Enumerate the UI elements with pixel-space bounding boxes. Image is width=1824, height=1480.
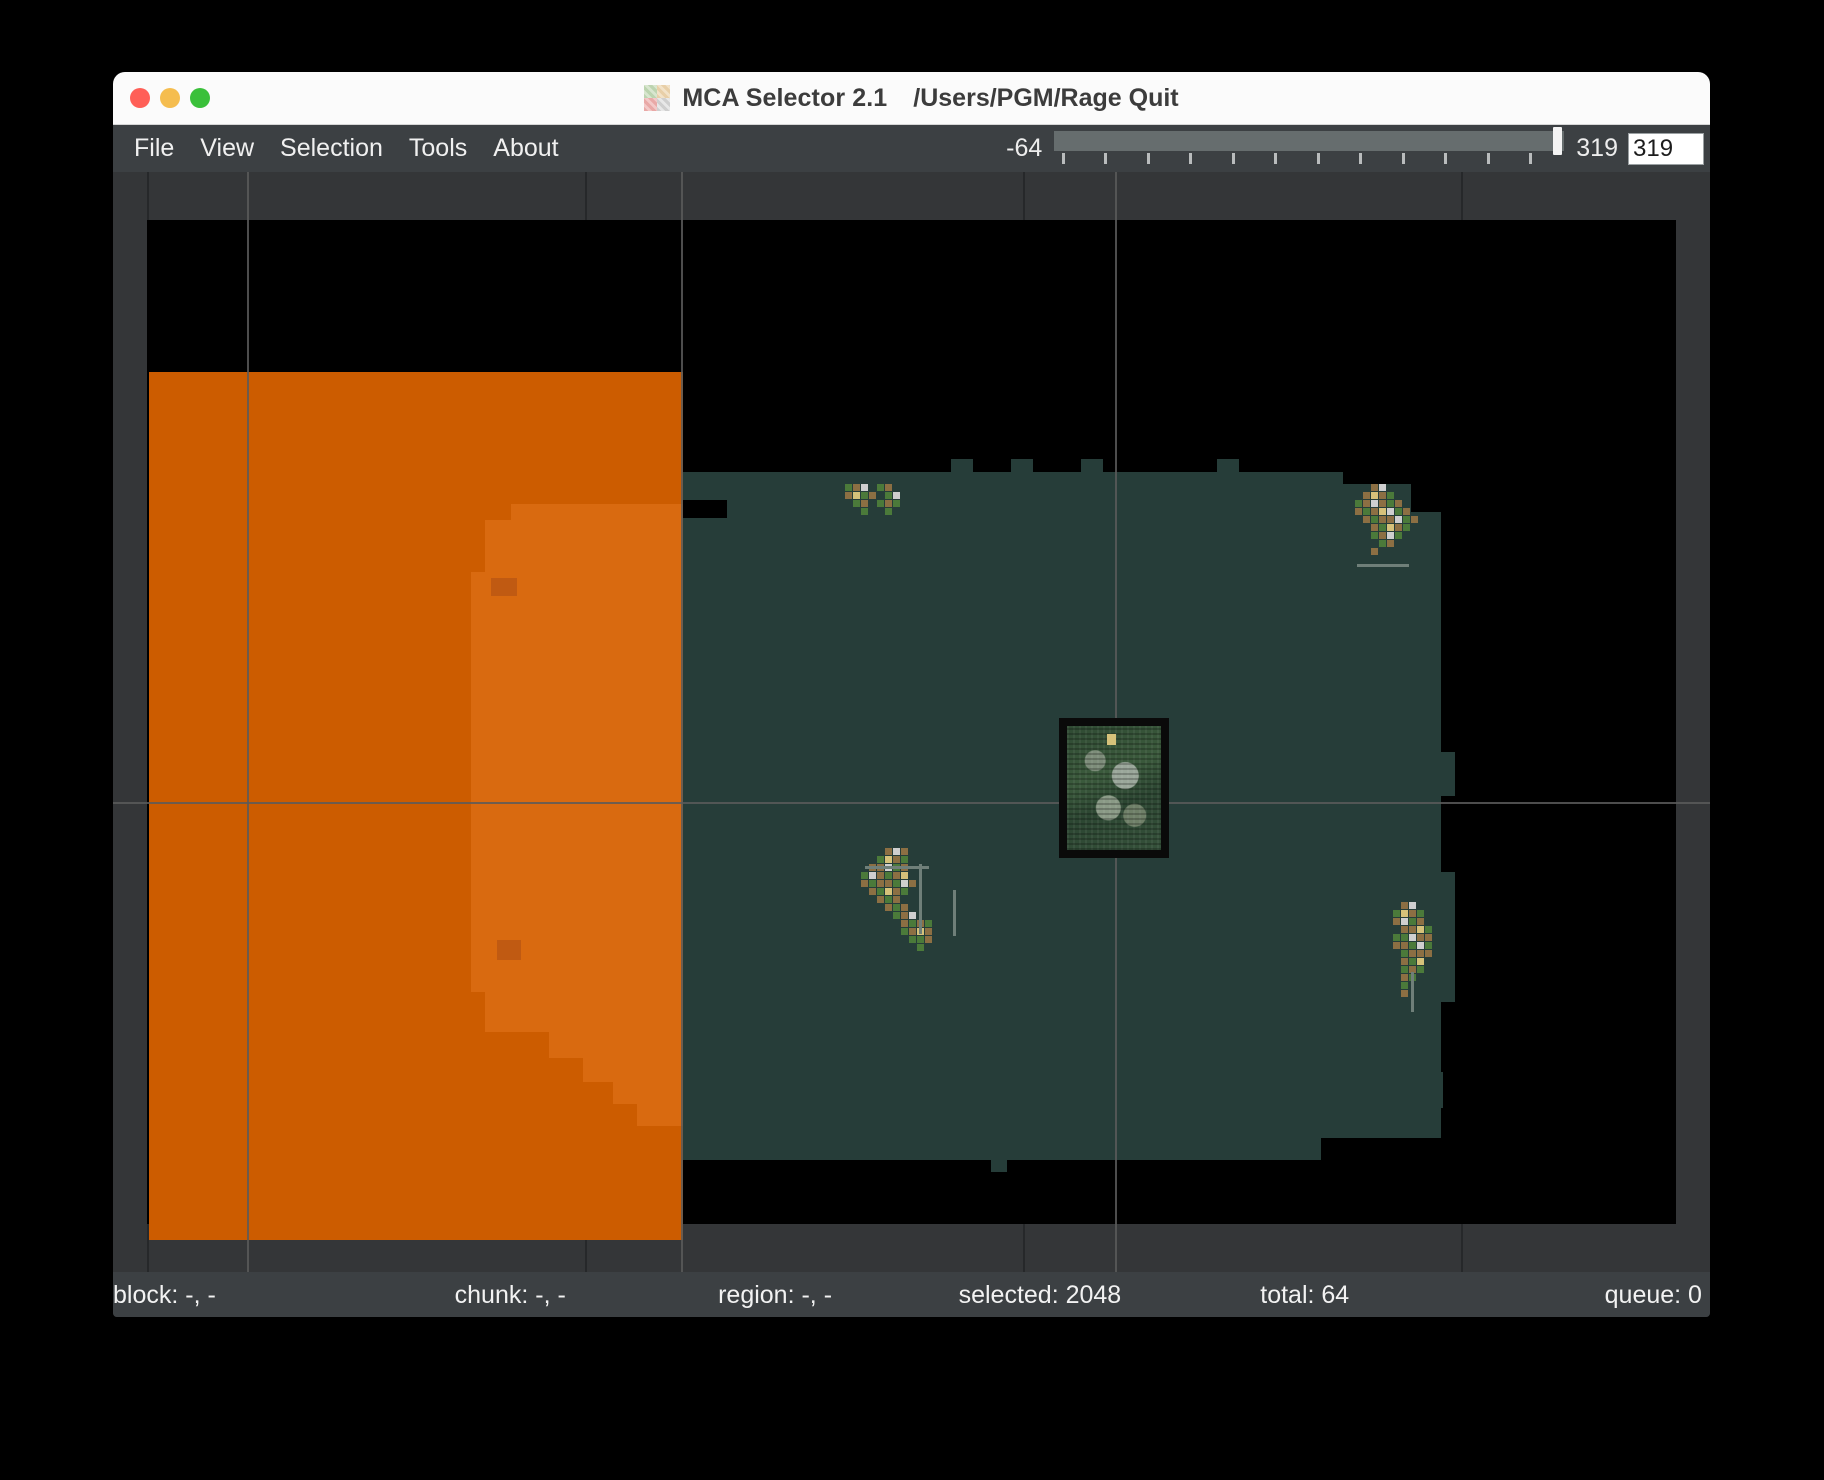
height-slider-tick — [1529, 153, 1533, 164]
rendered-region-tile[interactable] — [1059, 718, 1169, 858]
close-button[interactable] — [130, 88, 150, 108]
menu-item-view[interactable]: View — [187, 130, 267, 167]
height-slider-tick — [1061, 153, 1065, 164]
menu-items: File View Selection Tools About — [113, 130, 572, 167]
player-marker — [1107, 734, 1116, 745]
terrain-shape — [727, 492, 765, 520]
terrain-shape — [991, 1138, 1007, 1172]
path-line — [865, 866, 929, 869]
status-bar: block: -, - chunk: -, - region: -, - sel… — [113, 1272, 1710, 1317]
band-separator — [1461, 172, 1463, 220]
height-slider-group: -64 319 — [1006, 125, 1710, 172]
terrain-shape — [1011, 459, 1033, 475]
height-slider[interactable] — [1054, 125, 1565, 172]
height-slider-tick — [1231, 153, 1235, 164]
window-controls — [130, 88, 210, 108]
window-title-group: MCA Selector 2.1 /Users/PGM/Rage Quit — [113, 72, 1710, 124]
status-chunk: chunk: -, - — [454, 1280, 566, 1309]
height-slider-tick — [1401, 153, 1405, 164]
menu-bar: File View Selection Tools About -64 319 — [113, 125, 1710, 172]
maximize-button[interactable] — [190, 88, 210, 108]
terrain-shape — [711, 1138, 1321, 1160]
viewport-band-right — [1676, 172, 1710, 1272]
path-line — [953, 890, 956, 936]
village-cluster — [1393, 902, 1456, 997]
terrain-shape — [951, 459, 973, 475]
window-titlebar: MCA Selector 2.1 /Users/PGM/Rage Quit — [113, 72, 1710, 125]
height-slider-ticks — [1054, 153, 1564, 165]
selection-overlay-soft[interactable] — [637, 1102, 683, 1126]
structure-marker — [491, 578, 517, 596]
village-cluster — [861, 848, 956, 951]
height-slider-tick — [1444, 153, 1448, 164]
status-region: region: -, - — [718, 1280, 833, 1309]
height-slider-tick — [1316, 153, 1320, 164]
status-selected: selected: 2048 — [958, 1280, 1122, 1309]
selection-overlay-soft[interactable] — [549, 1032, 683, 1058]
selection-overlay-soft[interactable] — [511, 504, 683, 524]
terrain-shape — [1217, 459, 1239, 475]
village-cluster — [1355, 484, 1426, 555]
map-viewport[interactable] — [113, 172, 1710, 1272]
height-slider-max-label: 319 — [1576, 134, 1618, 162]
path-line — [1357, 564, 1409, 567]
band-separator — [147, 172, 149, 220]
height-slider-tick — [1359, 153, 1363, 164]
height-slider-tick — [1486, 153, 1490, 164]
screen: MCA Selector 2.1 /Users/PGM/Rage Quit Fi… — [0, 0, 1824, 1480]
height-slider-tick — [1146, 153, 1150, 164]
grid-line-vertical — [247, 172, 249, 1272]
band-separator — [1461, 1224, 1463, 1272]
viewport-band-top — [113, 172, 1710, 220]
window-path: /Users/PGM/Rage Quit — [913, 83, 1179, 112]
selection-overlay-soft[interactable] — [583, 1056, 683, 1082]
window-title: MCA Selector 2.1 — [682, 83, 888, 112]
terrain-shape — [683, 472, 1343, 500]
terrain-shape — [1409, 1072, 1443, 1108]
grid-line-vertical — [681, 172, 683, 1272]
height-slider-tick — [1104, 153, 1108, 164]
status-block: block: -, - — [113, 1280, 216, 1309]
selection-overlay-soft[interactable] — [471, 572, 487, 992]
app-grid-icon — [644, 85, 671, 111]
band-separator — [1023, 172, 1025, 220]
height-slider-min-label: -64 — [1006, 134, 1043, 162]
village-cluster — [845, 484, 908, 515]
selection-overlay-soft[interactable] — [613, 1080, 683, 1104]
menu-item-selection[interactable]: Selection — [267, 130, 396, 167]
status-queue: queue: 0 — [1604, 1280, 1702, 1309]
height-value-input[interactable] — [1628, 132, 1704, 165]
height-slider-track[interactable] — [1054, 131, 1565, 151]
menu-item-file[interactable]: File — [121, 130, 187, 167]
height-slider-thumb[interactable] — [1553, 127, 1563, 155]
application-window: MCA Selector 2.1 /Users/PGM/Rage Quit Fi… — [113, 72, 1710, 1317]
path-line — [919, 864, 922, 934]
band-separator — [585, 172, 587, 220]
terrain-shape — [1441, 752, 1455, 796]
height-slider-tick — [1274, 153, 1278, 164]
height-slider-tick — [1189, 153, 1193, 164]
terrain-shape — [681, 1118, 711, 1140]
menu-item-tools[interactable]: Tools — [396, 130, 480, 167]
path-line — [1411, 972, 1414, 1012]
minimize-button[interactable] — [160, 88, 180, 108]
terrain-shape — [1321, 1102, 1421, 1138]
grid-line-horizontal — [113, 802, 1710, 804]
menu-item-about[interactable]: About — [480, 130, 571, 167]
band-separator — [1023, 1224, 1025, 1272]
status-total: total: 64 — [1260, 1280, 1350, 1309]
viewport-band-left — [113, 172, 147, 1272]
terrain-shape — [681, 1138, 711, 1160]
terrain-shape — [1081, 459, 1103, 475]
structure-marker — [497, 940, 521, 960]
